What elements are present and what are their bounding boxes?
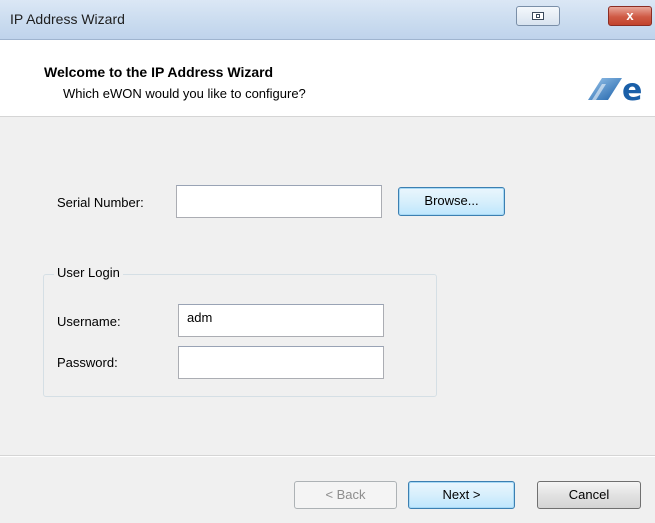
browse-button[interactable]: Browse... [398, 187, 505, 216]
username-input[interactable]: adm [178, 304, 384, 337]
wizard-window: IP Address Wizard x Welcome to the IP Ad… [0, 0, 655, 523]
wizard-header: Welcome to the IP Address Wizard Which e… [0, 40, 655, 117]
close-button[interactable]: x [608, 6, 652, 26]
page-subtitle: Which eWON would you like to configure? [63, 86, 306, 101]
ewon-logo: e [588, 76, 642, 102]
password-label: Password: [57, 355, 118, 370]
restore-icon [532, 12, 544, 20]
user-login-group-title: User Login [54, 265, 123, 280]
cancel-button[interactable]: Cancel [537, 481, 641, 509]
serial-number-label: Serial Number: [57, 195, 144, 210]
restore-button[interactable] [516, 6, 560, 26]
title-bar[interactable]: IP Address Wizard x [0, 0, 655, 40]
password-input[interactable] [178, 346, 384, 379]
next-button[interactable]: Next > [408, 481, 515, 509]
logo-letter: e [622, 76, 642, 102]
back-button[interactable]: < Back [294, 481, 397, 509]
window-title: IP Address Wizard [10, 11, 125, 27]
page-title: Welcome to the IP Address Wizard [44, 64, 274, 80]
serial-number-input[interactable] [176, 185, 382, 218]
close-icon: x [626, 8, 634, 23]
username-label: Username: [57, 314, 121, 329]
